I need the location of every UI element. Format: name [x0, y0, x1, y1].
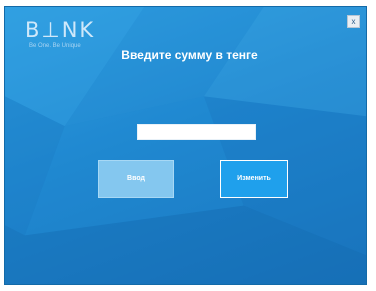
atm-screen: B⊥NK Be One. Be Unique x Введите сумму в…: [4, 6, 367, 285]
amount-input[interactable]: [137, 124, 256, 140]
close-button[interactable]: x: [347, 15, 360, 28]
logo-wordmark: B⊥NK: [25, 18, 96, 42]
change-button[interactable]: Изменить: [220, 160, 288, 198]
enter-button[interactable]: Ввод: [98, 160, 174, 198]
page-title: Введите сумму в тенге: [121, 48, 258, 62]
